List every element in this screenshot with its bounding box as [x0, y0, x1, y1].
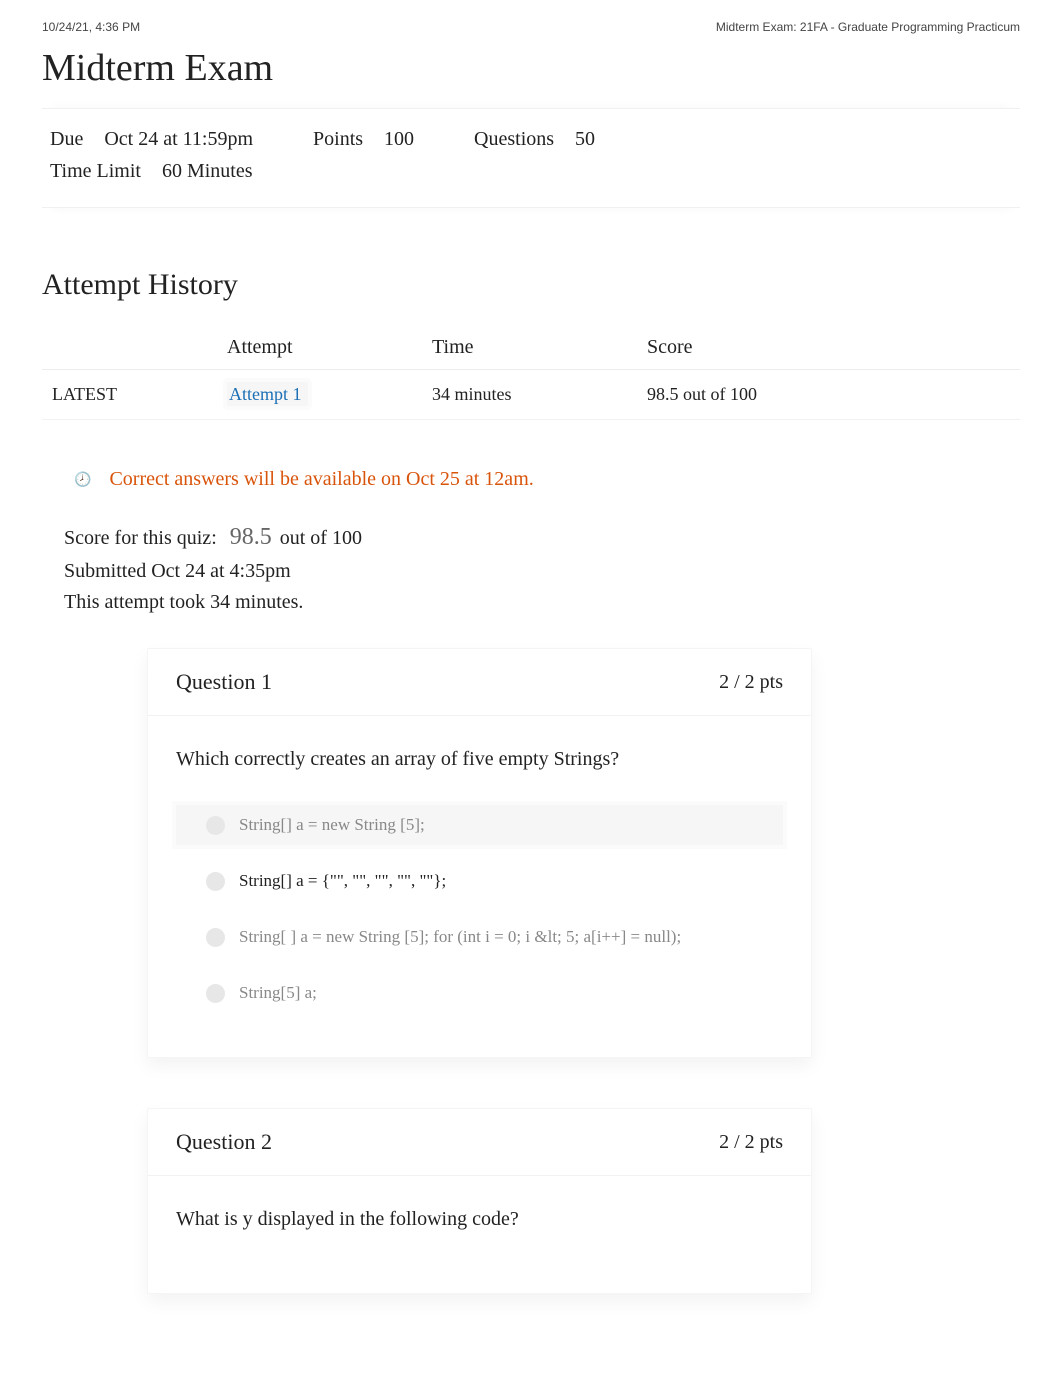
- radio-icon: [206, 816, 225, 835]
- notice-text: Correct answers will be available on Oct…: [109, 468, 533, 491]
- table-row: LATEST Attempt 1 34 minutes 98.5 out of …: [42, 370, 1020, 420]
- score-value: 98.5: [230, 524, 272, 550]
- attempt-score: 98.5 out of 100: [647, 370, 1020, 420]
- radio-icon: [206, 928, 225, 947]
- question-card: Question 2 2 / 2 pts What is y displayed…: [147, 1108, 812, 1294]
- meta-due-value: Oct 24 at 11:59pm: [104, 128, 253, 150]
- question-prompt: What is y displayed in the following cod…: [176, 1208, 783, 1231]
- meta-questions-label: Questions: [474, 128, 554, 150]
- print-doc-title: Midterm Exam: 21FA - Graduate Programmin…: [716, 20, 1020, 34]
- meta-timelimit: Time Limit 60 Minutes: [50, 155, 253, 187]
- col-blank: [42, 326, 227, 370]
- col-time: Time: [432, 326, 647, 370]
- question-title: Question 2: [176, 1129, 272, 1155]
- answer-option: String[] a = {"", "", "", "", ""};: [176, 861, 783, 901]
- score-suffix: out of 100: [280, 527, 362, 549]
- score-label: Score for this quiz:: [64, 527, 217, 549]
- meta-points: Points 100: [313, 123, 414, 155]
- answer-text: String[ ] a = new String [5]; for (int i…: [239, 927, 681, 947]
- quiz-meta: Due Oct 24 at 11:59pm Points 100 Questio…: [42, 108, 1020, 208]
- question-prompt: Which correctly creates an array of five…: [176, 748, 783, 771]
- answer-option: String[] a = new String [5];: [176, 805, 783, 845]
- meta-timelimit-label: Time Limit: [50, 160, 141, 182]
- question-card: Question 1 2 / 2 pts Which correctly cre…: [147, 648, 812, 1058]
- question-header: Question 1 2 / 2 pts: [148, 649, 811, 716]
- attempt-time: 34 minutes: [432, 370, 647, 420]
- page-title: Midterm Exam: [42, 46, 1020, 90]
- meta-due: Due Oct 24 at 11:59pm: [50, 123, 253, 155]
- radio-icon: [206, 872, 225, 891]
- quiz-summary: Score for this quiz: 98.5 out of 100 Sub…: [64, 519, 1020, 618]
- col-attempt: Attempt: [227, 326, 432, 370]
- attempt-tag: LATEST: [42, 370, 227, 420]
- meta-questions: Questions 50: [474, 123, 595, 155]
- attempt-history-table: Attempt Time Score LATEST Attempt 1 34 m…: [42, 326, 1020, 420]
- answer-option: String[5] a;: [176, 973, 783, 1013]
- meta-timelimit-value: 60 Minutes: [162, 160, 253, 182]
- meta-questions-value: 50: [575, 128, 595, 150]
- answer-option: String[ ] a = new String [5]; for (int i…: [176, 917, 783, 957]
- meta-due-label: Due: [50, 128, 83, 150]
- meta-points-label: Points: [313, 128, 363, 150]
- question-title: Question 1: [176, 669, 272, 695]
- clock-icon: 🕗: [74, 471, 91, 488]
- submitted-text: Submitted Oct 24 at 4:35pm: [64, 556, 1020, 587]
- meta-points-value: 100: [384, 128, 414, 150]
- answers-available-notice: 🕗 Correct answers will be available on O…: [74, 468, 1020, 491]
- answer-text: String[] a = new String [5];: [239, 815, 425, 835]
- question-header: Question 2 2 / 2 pts: [148, 1109, 811, 1176]
- attempt-link[interactable]: Attempt 1: [227, 382, 308, 406]
- radio-icon: [206, 984, 225, 1003]
- duration-text: This attempt took 34 minutes.: [64, 587, 1020, 618]
- question-points: 2 / 2 pts: [719, 671, 783, 694]
- question-points: 2 / 2 pts: [719, 1131, 783, 1154]
- attempt-history-heading: Attempt History: [42, 268, 1020, 302]
- col-score: Score: [647, 326, 1020, 370]
- answer-text: String[5] a;: [239, 983, 317, 1003]
- answer-text: String[] a = {"", "", "", "", ""};: [239, 871, 446, 891]
- print-header: 10/24/21, 4:36 PM Midterm Exam: 21FA - G…: [42, 20, 1020, 34]
- print-timestamp: 10/24/21, 4:36 PM: [42, 20, 140, 34]
